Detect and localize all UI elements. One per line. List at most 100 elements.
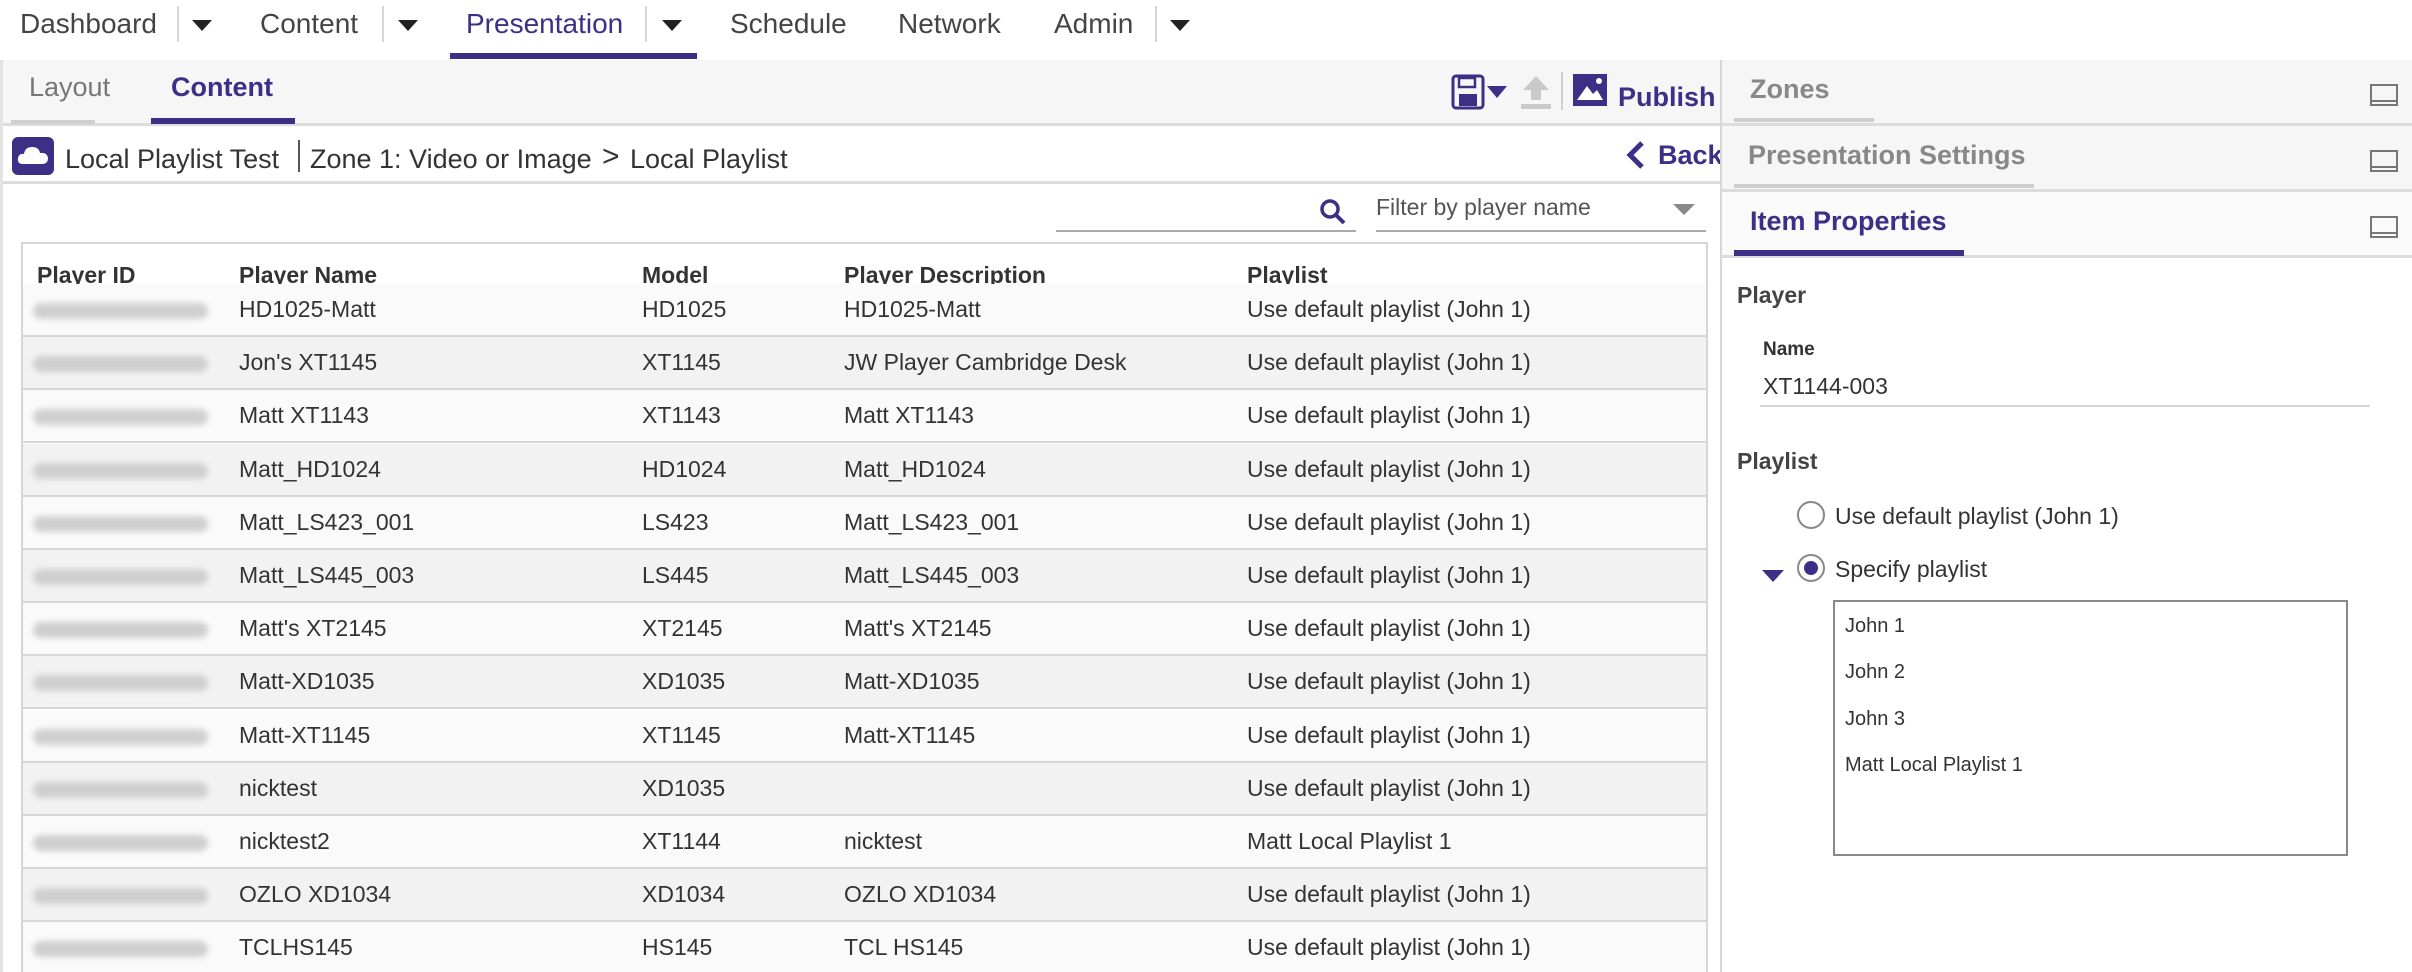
cell-model: LS445 — [642, 562, 709, 588]
presentation-dropdown-icon[interactable] — [662, 20, 682, 31]
filter-underline — [1376, 230, 1706, 232]
cell-description: Matt-XT1145 — [844, 721, 976, 748]
cell-description: HD1025-Matt — [844, 296, 981, 322]
breadcrumb-zone[interactable]: Zone 1: Video or Image — [310, 144, 592, 175]
table-row[interactable]: TCLHS145 HS145 TCL HS145 Use default playli… — [23, 922, 1706, 972]
table-row[interactable]: Jon's XT1145 XT1145 JW Player Cambridge De… — [23, 337, 1706, 391]
playlist-heading: Playlist — [1737, 448, 1818, 474]
default-playlist-radio[interactable] — [1797, 501, 1825, 529]
nav-presentation[interactable]: Presentation — [466, 8, 623, 40]
table-row[interactable]: nicktest2 XT1144 nicktest Matt Local Playli… — [23, 816, 1706, 869]
active-tab-indicator — [151, 118, 295, 124]
breadcrumb: Local Playlist Test Zone 1: Video or Ima… — [3, 128, 1723, 184]
back-button[interactable]: Back — [1658, 140, 1723, 171]
playlist-option[interactable]: John 1 — [1845, 615, 1905, 638]
cell-playlist: Use default playlist (John 1) — [1247, 721, 1531, 748]
cell-playlist: Use default playlist (John 1) — [1247, 934, 1531, 961]
cell-playlist: Use default playlist (John 1) — [1247, 881, 1531, 908]
cell-player-id-redacted — [33, 409, 208, 426]
table-row[interactable]: Matt_LS445_003 LS445 Matt_LS445_003 Use def… — [23, 550, 1706, 603]
cell-playlist: Use default playlist (John 1) — [1247, 296, 1531, 322]
table-row[interactable]: Matt's XT2145 XT2145 Matt's XT2145 Use defa… — [23, 603, 1706, 657]
cell-description: Matt_HD1024 — [844, 455, 986, 482]
nav-admin[interactable]: Admin — [1054, 8, 1133, 40]
cell-player-name: OZLO XD1034 — [239, 881, 392, 908]
playlist-option[interactable]: John 3 — [1845, 708, 1905, 731]
content-panel: Layout Content Publish Local Playlist Te… — [0, 60, 1735, 972]
cell-playlist: Use default playlist (John 1) — [1247, 455, 1531, 482]
window-icon[interactable] — [2370, 216, 2398, 238]
upload-icon[interactable] — [1519, 74, 1553, 110]
nav-separator — [645, 6, 647, 42]
window-icon[interactable] — [2370, 84, 2398, 106]
cell-playlist: Use default playlist (John 1) — [1247, 508, 1531, 535]
name-field[interactable]: XT1144-003 — [1763, 373, 1888, 400]
tab-layout[interactable]: Layout — [29, 72, 110, 103]
save-dropdown-icon[interactable] — [1487, 86, 1507, 100]
table-row[interactable]: Matt_HD1024 HD1024 Matt_HD1024 Use default … — [23, 443, 1706, 497]
table-row[interactable]: Matt XT1143 XT1143 Matt XT1143 Use default … — [23, 390, 1706, 444]
playlist-option[interactable]: John 2 — [1845, 661, 1905, 684]
default-playlist-label[interactable]: Use default playlist (John 1) — [1835, 503, 2119, 530]
playlist-listbox[interactable]: John 1 John 2 John 3 Matt Local Playlist… — [1833, 600, 2348, 856]
top-navigation: Dashboard Content Presentation Schedule … — [0, 0, 2412, 60]
admin-dropdown-icon[interactable] — [1170, 20, 1190, 31]
nav-content[interactable]: Content — [260, 8, 358, 40]
breadcrumb-presentation[interactable]: Local Playlist Test — [65, 144, 279, 175]
window-icon[interactable] — [2370, 150, 2398, 172]
cell-model: HD1025 — [642, 296, 727, 322]
cell-player-name: Matt XT1143 — [239, 402, 369, 429]
chevron-down-icon[interactable] — [1762, 570, 1784, 582]
player-heading: Player — [1737, 282, 1807, 308]
dashboard-dropdown-icon[interactable] — [192, 20, 212, 31]
specify-playlist-label[interactable]: Specify playlist — [1835, 556, 1987, 583]
item-properties-header[interactable]: Item Properties — [1722, 192, 2412, 258]
zones-section-header[interactable]: Zones — [1722, 60, 2412, 126]
cell-model: XD1035 — [642, 668, 726, 695]
nav-schedule[interactable]: Schedule — [730, 8, 847, 40]
save-icon[interactable] — [1451, 74, 1485, 110]
cell-player-id-redacted — [33, 835, 208, 851]
cell-player-name: TCLHS145 — [239, 934, 353, 961]
table-row[interactable]: HD1025-Matt HD1025 HD1025-Matt Use default … — [23, 284, 1706, 337]
tab-layout-indicator — [11, 120, 95, 124]
table-row[interactable]: Matt-XD1035 XD1035 Matt-XD1035 Use default … — [23, 656, 1706, 710]
publish-button[interactable]: Publish — [1618, 82, 1716, 113]
cell-description: Matt-XD1035 — [844, 668, 980, 695]
cell-description: Matt_LS423_001 — [844, 508, 1020, 535]
filter-bar: Filter by player name — [21, 188, 1706, 242]
breadcrumb-divider — [298, 140, 300, 172]
player-name-filter[interactable]: Filter by player name — [1376, 194, 1591, 221]
cloud-icon — [12, 137, 54, 175]
nav-dashboard[interactable]: Dashboard — [20, 8, 157, 40]
cell-player-name: nicktest2 — [239, 828, 330, 854]
search-input[interactable] — [1056, 230, 1356, 232]
nav-separator — [1155, 6, 1157, 42]
cell-description: TCL HS145 — [844, 934, 964, 961]
presentation-settings-header[interactable]: Presentation Settings — [1722, 126, 2412, 192]
cell-model: LS423 — [642, 508, 709, 535]
cell-model: HD1024 — [642, 455, 727, 482]
chevron-down-icon[interactable] — [1673, 204, 1695, 215]
nav-network[interactable]: Network — [898, 8, 1001, 40]
cell-description: Matt_LS445_003 — [844, 562, 1020, 588]
publish-icon[interactable] — [1571, 72, 1609, 108]
cell-player-id-redacted — [33, 781, 208, 798]
table-row[interactable]: OZLO XD1034 XD1034 OZLO XD1034 Use default … — [23, 869, 1706, 923]
cell-model: XT2145 — [642, 615, 723, 642]
content-dropdown-icon[interactable] — [398, 20, 418, 31]
tab-content[interactable]: Content — [171, 72, 273, 103]
cell-player-name: Matt's XT2145 — [239, 615, 387, 642]
playlist-option[interactable]: Matt Local Playlist 1 — [1845, 754, 2023, 777]
table-row[interactable]: Matt-XT1145 XT1145 Matt-XT1145 Use default … — [23, 709, 1706, 763]
chevron-left-icon[interactable] — [1625, 140, 1647, 170]
toolbar-separator — [1561, 72, 1563, 110]
specify-playlist-radio[interactable] — [1797, 554, 1825, 582]
cell-player-name: Matt_LS445_003 — [239, 562, 415, 588]
cell-player-id-redacted — [33, 569, 208, 585]
search-icon[interactable] — [1319, 198, 1347, 226]
table-row[interactable]: Matt_LS423_001 LS423 Matt_LS423_001 Use def… — [23, 496, 1706, 550]
cell-description: OZLO XD1034 — [844, 881, 997, 908]
table-row[interactable]: nicktest XD1035 Use default playlist (John… — [23, 762, 1706, 816]
cell-player-id-redacted — [33, 515, 208, 532]
